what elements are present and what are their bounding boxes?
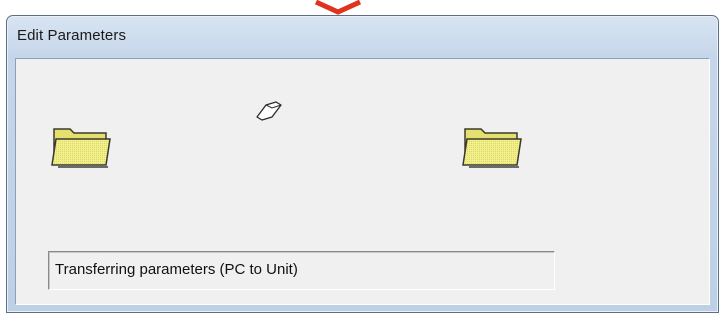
callout-arrow-icon	[314, 0, 362, 15]
transfer-paper-icon	[256, 101, 282, 121]
window-title: Edit Parameters	[17, 27, 127, 44]
edit-parameters-dialog: Edit Parameters Transferring parameters …	[6, 15, 719, 313]
source-folder-icon	[51, 128, 111, 168]
title-bar[interactable]: Edit Parameters	[7, 16, 718, 58]
destination-folder-icon	[462, 128, 522, 168]
dialog-content: Transferring parameters (PC to Unit)	[15, 58, 710, 305]
status-field: Transferring parameters (PC to Unit)	[48, 251, 555, 290]
status-text: Transferring parameters (PC to Unit)	[55, 261, 298, 278]
